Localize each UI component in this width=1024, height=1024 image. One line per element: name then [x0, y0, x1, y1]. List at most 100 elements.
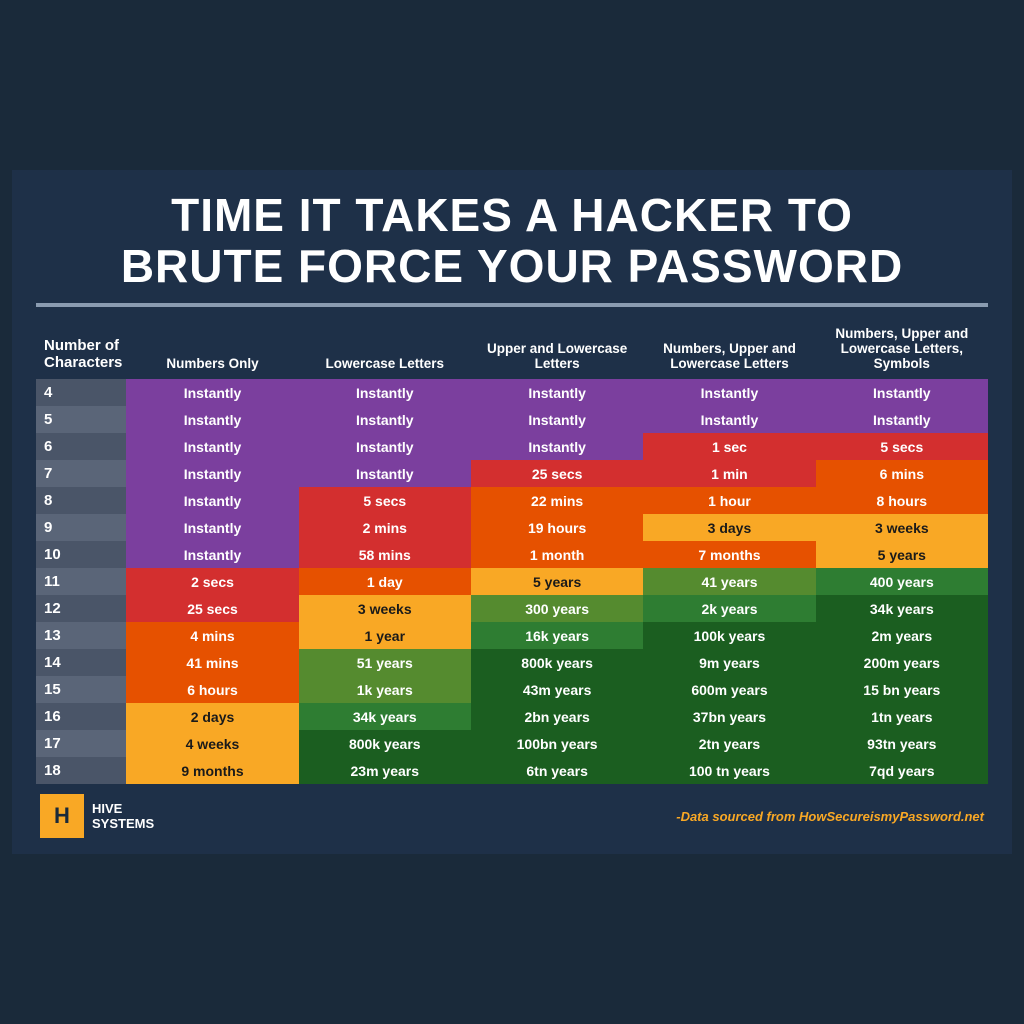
data-cell: Instantly	[299, 433, 471, 460]
table-header: Number of Characters Numbers Only Lowerc…	[36, 321, 988, 379]
data-cell: 51 years	[299, 649, 471, 676]
col-header-chars: Number of Characters	[36, 321, 126, 379]
password-table: Number of Characters Numbers Only Lowerc…	[36, 321, 988, 784]
data-cell: 6 hours	[126, 676, 298, 703]
data-cell: 3 weeks	[299, 595, 471, 622]
data-cell: 6tn years	[471, 757, 643, 784]
divider	[36, 303, 988, 307]
char-cell: 15	[36, 676, 126, 703]
data-cell: Instantly	[471, 433, 643, 460]
data-cell: 34k years	[816, 595, 988, 622]
table-row: 8Instantly5 secs22 mins1 hour8 hours	[36, 487, 988, 514]
data-cell: Instantly	[643, 406, 815, 433]
col-header-numbers: Numbers Only	[126, 321, 298, 379]
data-cell: 400 years	[816, 568, 988, 595]
data-cell: Instantly	[126, 460, 298, 487]
data-cell: 9 months	[126, 757, 298, 784]
char-cell: 4	[36, 379, 126, 406]
table-row: 1441 mins51 years800k years9m years200m …	[36, 649, 988, 676]
data-cell: Instantly	[816, 379, 988, 406]
table-row: 189 months23m years6tn years100 tn years…	[36, 757, 988, 784]
data-cell: 100bn years	[471, 730, 643, 757]
char-cell: 13	[36, 622, 126, 649]
data-cell: 4 mins	[126, 622, 298, 649]
col-header-lower: Lowercase Letters	[299, 321, 471, 379]
data-cell: 4 weeks	[126, 730, 298, 757]
table-row: 156 hours1k years43m years600m years15 b…	[36, 676, 988, 703]
data-cell: 100 tn years	[643, 757, 815, 784]
data-cell: 1 sec	[643, 433, 815, 460]
data-cell: 93tn years	[816, 730, 988, 757]
logo-text: HIVE SYSTEMS	[92, 801, 154, 832]
table-row: 10Instantly58 mins1 month7 months5 years	[36, 541, 988, 568]
data-cell: 600m years	[643, 676, 815, 703]
data-cell: 6 mins	[816, 460, 988, 487]
col-header-upper-lower: Upper and Lowercase Letters	[471, 321, 643, 379]
data-cell: 1tn years	[816, 703, 988, 730]
data-cell: 1 hour	[643, 487, 815, 514]
data-cell: 1 month	[471, 541, 643, 568]
data-cell: 16k years	[471, 622, 643, 649]
data-cell: 800k years	[299, 730, 471, 757]
table-row: 1225 secs3 weeks300 years2k years34k yea…	[36, 595, 988, 622]
char-cell: 6	[36, 433, 126, 460]
data-cell: 43m years	[471, 676, 643, 703]
data-cell: 100k years	[643, 622, 815, 649]
logo: H HIVE SYSTEMS	[40, 794, 154, 838]
logo-icon: H	[40, 794, 84, 838]
table-row: 5InstantlyInstantlyInstantlyInstantlyIns…	[36, 406, 988, 433]
data-cell: Instantly	[126, 514, 298, 541]
main-container: TIME IT TAKES A HACKER TOBRUTE FORCE YOU…	[12, 170, 1012, 854]
table-row: 6InstantlyInstantlyInstantly1 sec5 secs	[36, 433, 988, 460]
table-row: 7InstantlyInstantly25 secs1 min6 mins	[36, 460, 988, 487]
data-cell: Instantly	[299, 406, 471, 433]
char-cell: 17	[36, 730, 126, 757]
data-cell: 23m years	[299, 757, 471, 784]
data-cell: Instantly	[126, 433, 298, 460]
char-cell: 14	[36, 649, 126, 676]
data-cell: 15 bn years	[816, 676, 988, 703]
footer: H HIVE SYSTEMS -Data sourced from HowSec…	[36, 794, 988, 838]
data-cell: 2tn years	[643, 730, 815, 757]
data-cell: 22 mins	[471, 487, 643, 514]
char-cell: 9	[36, 514, 126, 541]
char-cell: 18	[36, 757, 126, 784]
data-cell: 25 secs	[471, 460, 643, 487]
data-cell: 25 secs	[126, 595, 298, 622]
data-cell: Instantly	[471, 406, 643, 433]
char-cell: 10	[36, 541, 126, 568]
data-cell: 5 years	[471, 568, 643, 595]
data-cell: 2 days	[126, 703, 298, 730]
table-body: 4InstantlyInstantlyInstantlyInstantlyIns…	[36, 379, 988, 784]
data-cell: 2bn years	[471, 703, 643, 730]
data-cell: 800k years	[471, 649, 643, 676]
data-cell: 41 mins	[126, 649, 298, 676]
data-cell: 2m years	[816, 622, 988, 649]
char-cell: 16	[36, 703, 126, 730]
data-cell: 3 weeks	[816, 514, 988, 541]
data-cell: Instantly	[643, 379, 815, 406]
char-cell: 12	[36, 595, 126, 622]
data-cell: 8 hours	[816, 487, 988, 514]
data-cell: Instantly	[126, 541, 298, 568]
data-cell: Instantly	[816, 406, 988, 433]
data-cell: Instantly	[126, 379, 298, 406]
data-cell: Instantly	[299, 460, 471, 487]
data-cell: 1 year	[299, 622, 471, 649]
data-cell: 7 months	[643, 541, 815, 568]
data-cell: Instantly	[299, 379, 471, 406]
data-cell: 2 secs	[126, 568, 298, 595]
char-cell: 8	[36, 487, 126, 514]
col-header-all: Numbers, Upper and Lowercase Letters, Sy…	[816, 321, 988, 379]
data-cell: 34k years	[299, 703, 471, 730]
data-cell: Instantly	[471, 379, 643, 406]
data-cell: 5 years	[816, 541, 988, 568]
data-cell: Instantly	[126, 487, 298, 514]
char-cell: 7	[36, 460, 126, 487]
data-cell: 9m years	[643, 649, 815, 676]
col-header-num-upper-lower: Numbers, Upper and Lowercase Letters	[643, 321, 815, 379]
data-cell: 19 hours	[471, 514, 643, 541]
data-cell: 7qd years	[816, 757, 988, 784]
data-cell: 200m years	[816, 649, 988, 676]
data-cell: 2k years	[643, 595, 815, 622]
